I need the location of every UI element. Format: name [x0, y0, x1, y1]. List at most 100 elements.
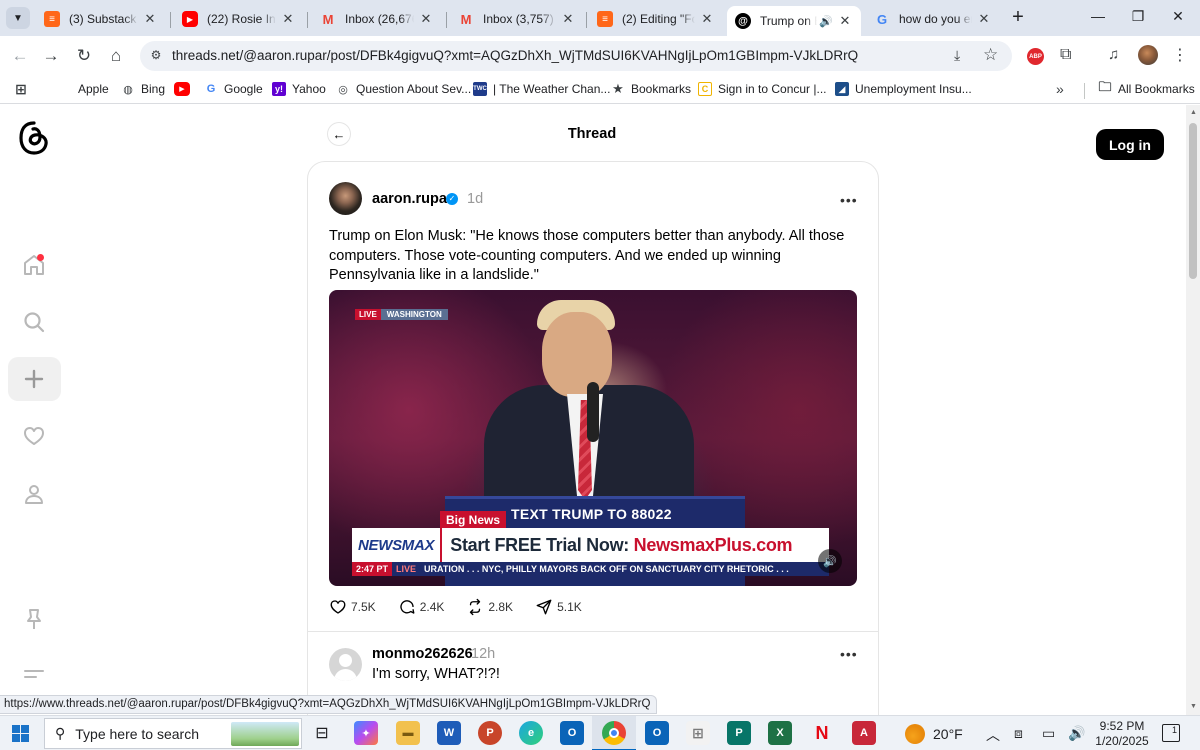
repost-button[interactable]: 2.8K [466, 598, 513, 616]
close-icon[interactable]: ✕ [142, 11, 158, 27]
volume-tray-icon[interactable]: 🔊 [1068, 725, 1085, 742]
reply-timestamp[interactable]: 12h [471, 646, 495, 662]
back-arrow-icon[interactable]: ← [328, 123, 350, 145]
bookmark-question[interactable]: ◎ Question About Sev... [336, 82, 471, 96]
bookmark-concur[interactable]: C Sign in to Concur |... [698, 82, 827, 96]
weather-widget[interactable]: 20°F [905, 724, 963, 744]
more-bookmarks-icon[interactable]: » [1056, 81, 1064, 97]
taskbar-clock[interactable]: 9:52 PM 1/20/2025 [1092, 719, 1152, 749]
reply-username[interactable]: monmo262626 [372, 646, 473, 662]
close-icon[interactable]: ✕ [280, 11, 296, 27]
home-icon[interactable]: ⌂ [106, 46, 126, 66]
reply-more-options-icon[interactable]: ••• [840, 646, 858, 662]
bookmark-bing[interactable]: ◍ Bing [121, 82, 165, 96]
more-options-icon[interactable]: ••• [840, 192, 858, 208]
comment-button[interactable]: 2.4K [398, 598, 444, 616]
task-view-icon[interactable]: ⊟ [310, 721, 334, 745]
calculator-icon[interactable]: ⊞ [686, 721, 710, 745]
media-controls-icon[interactable]: ♫ [1108, 46, 1119, 63]
bookmark-youtube[interactable]: ▶ [174, 82, 196, 96]
page-scrollbar[interactable]: ▲ ▼ [1186, 105, 1200, 715]
extensions-icon[interactable]: ⧉ [1060, 46, 1071, 64]
reply-avatar[interactable] [329, 648, 362, 681]
address-bar[interactable]: ⚙ threads.net/@aaron.rupar/post/DFBk4gig… [140, 41, 1012, 71]
close-icon[interactable]: ✕ [418, 11, 434, 27]
adblock-plus-icon[interactable]: ABP [1027, 48, 1044, 65]
access-icon[interactable]: A [852, 721, 876, 745]
windows-start-icon[interactable] [12, 725, 29, 742]
copilot-icon[interactable]: ✦ [354, 721, 378, 745]
battery-icon[interactable]: ▭ [1042, 725, 1055, 742]
device-icon[interactable]: ⧈ [1014, 725, 1023, 742]
word-icon[interactable]: W [437, 721, 461, 745]
bookmark-apple[interactable]: Apple [58, 82, 109, 96]
taskbar-search[interactable]: ⚲ Type here to search [44, 718, 302, 749]
close-icon[interactable]: ✕ [560, 11, 576, 27]
chrome-icon[interactable] [602, 721, 626, 745]
avatar[interactable] [329, 182, 362, 215]
powerpoint-icon[interactable]: P [478, 721, 502, 745]
post-video[interactable]: LIVE WASHINGTON Big News TEXT TRUMP TO 8… [329, 290, 857, 586]
tab-substack-editing[interactable]: ≡ (2) Editing "For ✕ [589, 6, 723, 32]
home-nav-icon[interactable] [18, 249, 50, 281]
close-icon[interactable]: ✕ [976, 11, 992, 27]
plus-icon[interactable] [18, 363, 50, 395]
outlook-new-icon[interactable]: O [645, 721, 669, 745]
bookmark-label: Bookmarks [631, 82, 692, 96]
scroll-thumb[interactable] [1189, 123, 1197, 279]
bookmark-unemployment[interactable]: ◢ Unemployment Insu... [835, 82, 972, 96]
scroll-up-icon[interactable]: ▲ [1190, 109, 1197, 116]
outlook-icon[interactable]: O [560, 721, 584, 745]
search-nav-icon[interactable] [18, 306, 50, 338]
bookmark-yahoo[interactable]: y! Yahoo [272, 82, 326, 96]
profile-avatar[interactable] [1138, 45, 1158, 65]
tab-gmail-2[interactable]: M Inbox (3,757) - t ✕ [450, 6, 584, 32]
menu-icon[interactable] [18, 658, 50, 690]
all-bookmarks[interactable]: 🗀 All Bookmarks [1098, 79, 1194, 96]
install-app-icon[interactable]: ⤓ [954, 47, 960, 64]
bookmark-weather-channel[interactable]: TWC | The Weather Chan... [473, 82, 610, 96]
edge-icon[interactable]: e [519, 721, 543, 745]
bookmark-star-icon[interactable]: ☆ [983, 45, 998, 65]
reload-icon[interactable]: ↻ [74, 46, 94, 66]
profile-nav-icon[interactable] [18, 478, 50, 510]
audio-playing-icon[interactable]: 🔊 [819, 15, 833, 28]
share-button[interactable]: 5.1K [535, 598, 582, 616]
close-icon[interactable]: ✕ [699, 11, 715, 27]
notification-center-icon[interactable]: 1 [1162, 724, 1180, 742]
tab-search-button[interactable]: ▼ [6, 7, 30, 29]
chrome-menu-icon[interactable]: ⋮ [1172, 45, 1188, 65]
like-button[interactable]: 7.5K [329, 598, 376, 616]
minimize-button[interactable]: — [1088, 8, 1108, 24]
volume-icon[interactable]: 🔊 [818, 549, 842, 573]
publisher-icon[interactable]: P [727, 721, 751, 745]
close-icon[interactable]: ✕ [837, 13, 853, 29]
post-username[interactable]: aaron.rupar [372, 191, 453, 207]
tab-youtube[interactable]: ▶ (22) Rosie Insigh ✕ [174, 6, 304, 32]
activity-heart-icon[interactable] [18, 420, 50, 452]
threads-logo-icon[interactable] [19, 121, 49, 155]
restore-button[interactable]: ❐ [1128, 8, 1148, 25]
file-explorer-icon[interactable]: ▬ [396, 721, 420, 745]
new-tab-button[interactable]: + [1008, 7, 1028, 28]
bookmark-google[interactable]: G Google [204, 82, 263, 96]
video-network: NEWSMAX [352, 528, 443, 562]
login-button[interactable]: Log in [1096, 129, 1164, 160]
url-text[interactable]: threads.net/@aaron.rupar/post/DFBk4gigvu… [172, 48, 858, 63]
apps-icon[interactable]: ⊞ [14, 81, 34, 97]
excel-icon[interactable]: X [768, 721, 792, 745]
post-timestamp[interactable]: 1d [467, 191, 483, 207]
tab-substack[interactable]: ≡ (3) Substack | Cl ✕ [36, 6, 166, 32]
show-hidden-icons-icon[interactable]: ︿ [986, 725, 1000, 745]
netflix-icon[interactable]: N [810, 721, 834, 745]
bookmark-folder-bookmarks[interactable]: ★ Bookmarks [611, 81, 692, 96]
close-window-button[interactable]: ✕ [1168, 8, 1188, 25]
tab-threads-active[interactable]: @ Trump on El 🔊 ✕ [727, 6, 861, 36]
back-icon[interactable]: ← [10, 46, 30, 66]
tab-gmail-1[interactable]: M Inbox (26,676) - ✕ [312, 6, 442, 32]
site-info-icon[interactable]: ⚙ [148, 48, 164, 64]
forward-icon[interactable]: → [41, 46, 61, 66]
tab-google-search[interactable]: G how do you em ✕ [866, 6, 1000, 32]
scroll-down-icon[interactable]: ▼ [1190, 703, 1197, 710]
pin-icon[interactable] [18, 603, 50, 635]
